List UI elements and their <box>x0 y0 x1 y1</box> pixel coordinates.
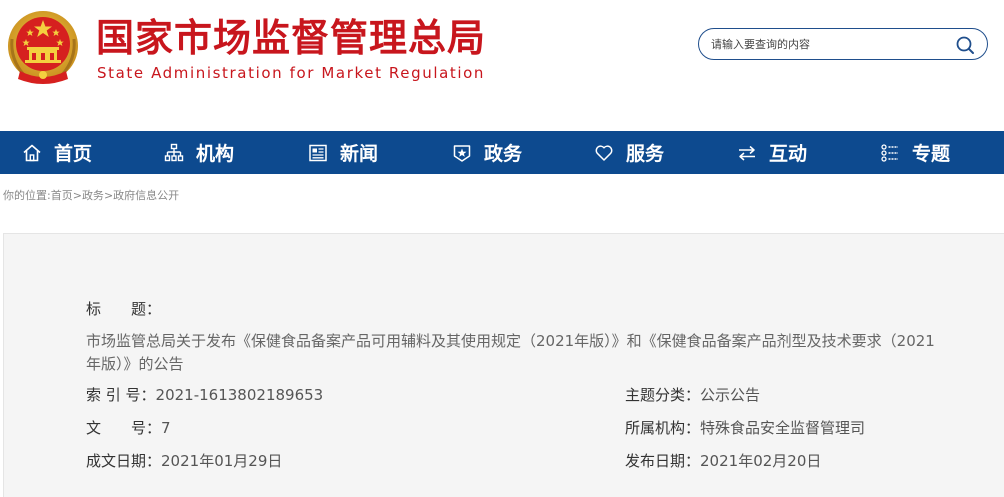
breadcrumb-separator: > <box>72 189 82 202</box>
topic-label: 主题分类： <box>625 386 701 404</box>
published-date-value: 2021年02月20日 <box>700 452 822 470</box>
number-row: 文 号：7 <box>86 417 171 438</box>
nav-item-news[interactable]: 新闻 <box>308 131 378 174</box>
nav-item-interact[interactable]: 互动 <box>737 131 807 174</box>
topic-value: 公示公告 <box>700 386 761 404</box>
created-date-row: 成文日期：2021年01月29日 <box>86 450 282 471</box>
site-title-en[interactable]: State Administration for Market Regulati… <box>97 64 485 82</box>
nav-label: 政务 <box>484 143 523 165</box>
breadcrumb-item-affairs[interactable]: 政务 <box>82 189 104 202</box>
breadcrumb: 你的位置:首页>政务>政府信息公开 <box>3 187 179 203</box>
number-label: 文 号： <box>86 419 162 437</box>
org-label: 所属机构： <box>625 419 701 437</box>
document-title: 市场监管总局关于发布《保健食品备案产品可用辅料及其使用规定（2021年版）》和《… <box>86 332 935 373</box>
number-value: 7 <box>161 419 171 437</box>
index-label: 索 引 号： <box>86 386 156 404</box>
title-label: 标 题： <box>86 300 162 318</box>
main-nav: 首页 机构 新闻 政务 服务 互动 专题 <box>0 131 1004 174</box>
site-title-cn[interactable]: 国家市场监督管理总局 <box>96 14 486 62</box>
nav-item-home[interactable]: 首页 <box>22 131 92 174</box>
nav-item-topics[interactable]: 专题 <box>880 131 950 174</box>
nav-item-org[interactable]: 机构 <box>164 131 234 174</box>
search-input[interactable] <box>711 33 947 55</box>
org-row: 所属机构：特殊食品安全监督管理司 <box>625 417 865 438</box>
nav-label: 服务 <box>626 143 665 165</box>
topic-row: 主题分类：公示公告 <box>625 384 760 405</box>
breadcrumb-separator: > <box>103 189 114 202</box>
index-row: 索 引 号：2021-1613802189653 <box>86 384 323 405</box>
published-date-row: 发布日期：2021年02月20日 <box>625 450 821 471</box>
heart-icon <box>595 144 613 161</box>
breadcrumb-item-info[interactable]: 政府信息公开 <box>113 189 179 202</box>
search-box <box>698 28 988 60</box>
title-row: 标 题： <box>86 298 161 319</box>
government-affairs-icon <box>453 144 471 162</box>
nav-label: 首页 <box>54 143 93 165</box>
created-date-label: 成文日期： <box>86 452 162 470</box>
nav-item-service[interactable]: 服务 <box>594 131 664 174</box>
index-value: 2021-1613802189653 <box>155 386 324 404</box>
nav-label: 专题 <box>912 143 951 165</box>
org-value: 特殊食品安全监督管理司 <box>700 419 866 437</box>
site-header: 国家市场监督管理总局 State Administration for Mark… <box>0 0 1004 131</box>
topics-list-icon <box>881 143 898 162</box>
exchange-arrows-icon <box>739 145 755 161</box>
nav-label: 新闻 <box>340 143 379 165</box>
nav-label: 机构 <box>196 143 235 165</box>
document-info-panel: 标 题： 市场监管总局关于发布《保健食品备案产品可用辅料及其使用规定（2021年… <box>3 233 1004 497</box>
home-icon <box>23 144 41 161</box>
search-icon[interactable] <box>955 35 975 55</box>
breadcrumb-prefix: 你的位置: <box>3 189 51 202</box>
breadcrumb-item-home[interactable]: 首页 <box>51 189 73 202</box>
published-date-label: 发布日期： <box>625 452 701 470</box>
national-emblem-icon[interactable] <box>6 9 80 87</box>
org-chart-icon <box>164 143 184 161</box>
news-icon <box>309 144 327 161</box>
nav-item-affairs[interactable]: 政务 <box>452 131 522 174</box>
nav-label: 互动 <box>769 143 808 165</box>
created-date-value: 2021年01月29日 <box>161 452 283 470</box>
